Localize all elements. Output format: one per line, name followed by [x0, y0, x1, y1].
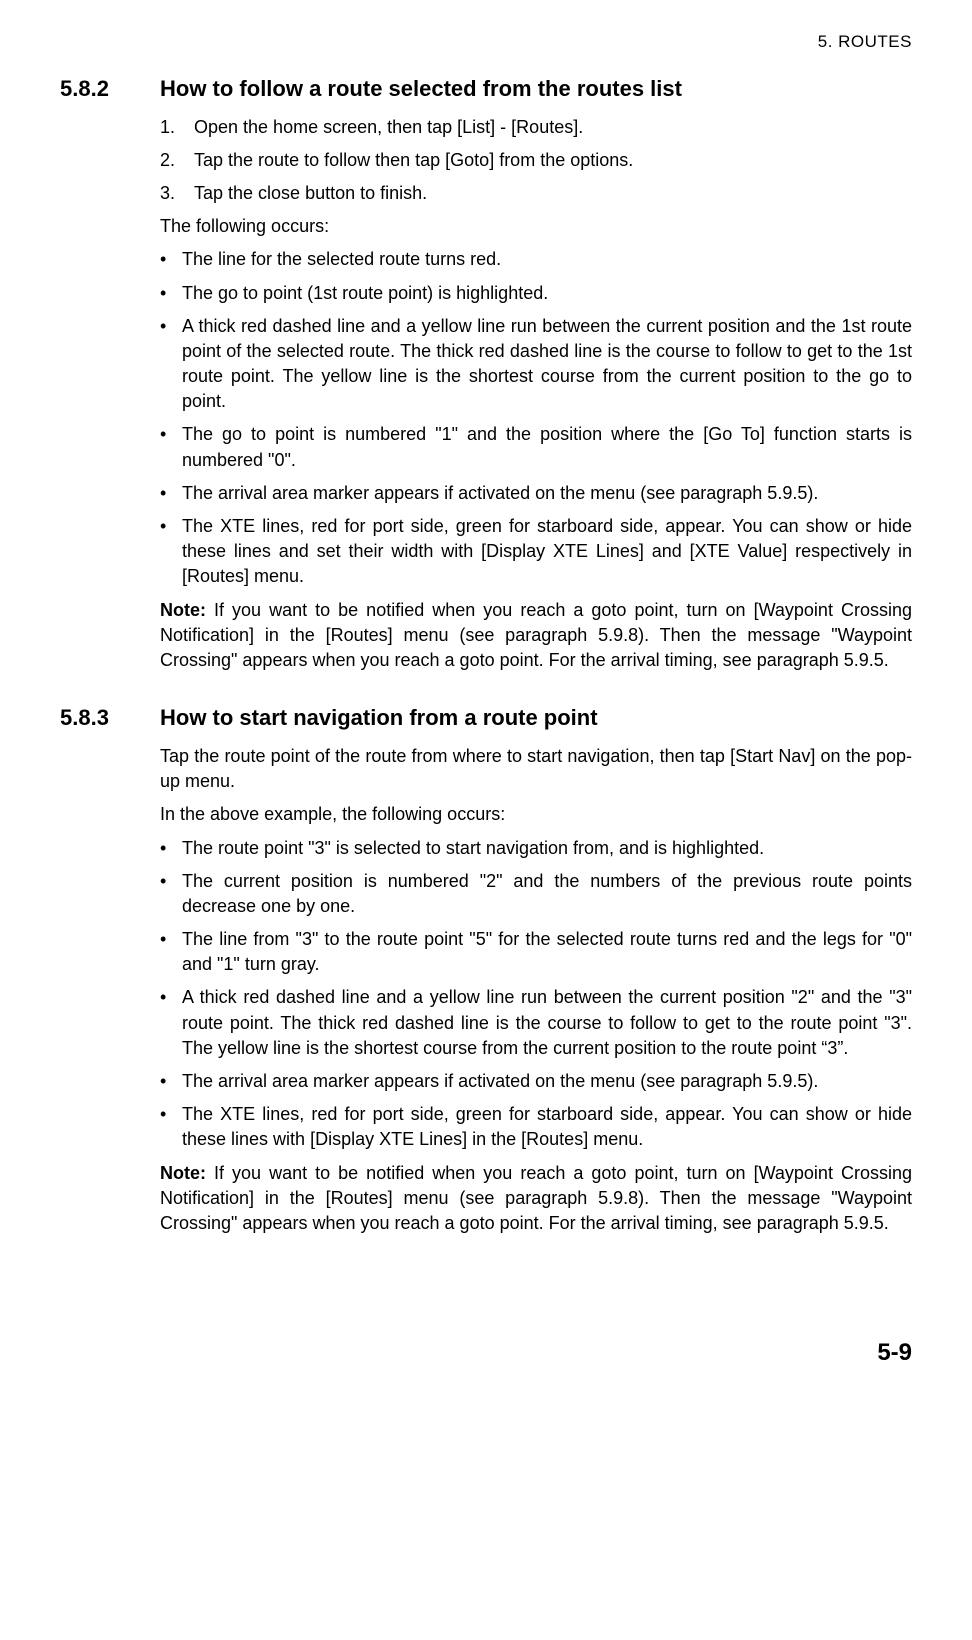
list-item: •The arrival area marker appears if acti…: [160, 1069, 912, 1094]
intro-text: In the above example, the following occu…: [160, 802, 912, 827]
section-number: 5.8.3: [60, 703, 160, 734]
list-item: •The go to point (1st route point) is hi…: [160, 281, 912, 306]
list-item: 3. Tap the close button to finish.: [160, 181, 912, 206]
note-text: If you want to be notified when you reac…: [160, 600, 912, 670]
section-title: How to follow a route selected from the …: [160, 74, 912, 105]
list-item: 1. Open the home screen, then tap [List]…: [160, 115, 912, 140]
note-text: If you want to be notified when you reac…: [160, 1163, 912, 1233]
list-item: •The arrival area marker appears if acti…: [160, 481, 912, 506]
section-582: 5.8.2 How to follow a route selected fro…: [60, 74, 912, 673]
note-paragraph: Note: If you want to be notified when yo…: [160, 1161, 912, 1237]
list-item: •The line from "3" to the route point "5…: [160, 927, 912, 977]
list-item: •A thick red dashed line and a yellow li…: [160, 985, 912, 1061]
note-label: Note:: [160, 600, 206, 620]
section-number: 5.8.2: [60, 74, 160, 105]
page-number: 5-9: [60, 1336, 912, 1370]
list-item: •The XTE lines, red for port side, green…: [160, 1102, 912, 1152]
list-item: • A thick red dashed line and a yellow l…: [160, 314, 912, 415]
chapter-header: 5. ROUTES: [60, 30, 912, 54]
bullet-list: •The route point "3" is selected to star…: [160, 836, 912, 1153]
list-item: •The current position is numbered "2" an…: [160, 869, 912, 919]
lead-text: Tap the route point of the route from wh…: [160, 744, 912, 794]
bullet-list: •The line for the selected route turns r…: [160, 247, 912, 589]
list-item: •The route point "3" is selected to star…: [160, 836, 912, 861]
section-title: How to start navigation from a route poi…: [160, 703, 912, 734]
list-item: •The line for the selected route turns r…: [160, 247, 912, 272]
intro-text: The following occurs:: [160, 214, 912, 239]
ordered-list: 1. Open the home screen, then tap [List]…: [160, 115, 912, 207]
note-label: Note:: [160, 1163, 206, 1183]
note-paragraph: Note: If you want to be notified when yo…: [160, 598, 912, 674]
section-583: 5.8.3 How to start navigation from a rou…: [60, 703, 912, 1236]
list-item: •The go to point is numbered "1" and the…: [160, 422, 912, 472]
list-item: •The XTE lines, red for port side, green…: [160, 514, 912, 590]
list-item: 2. Tap the route to follow then tap [Got…: [160, 148, 912, 173]
